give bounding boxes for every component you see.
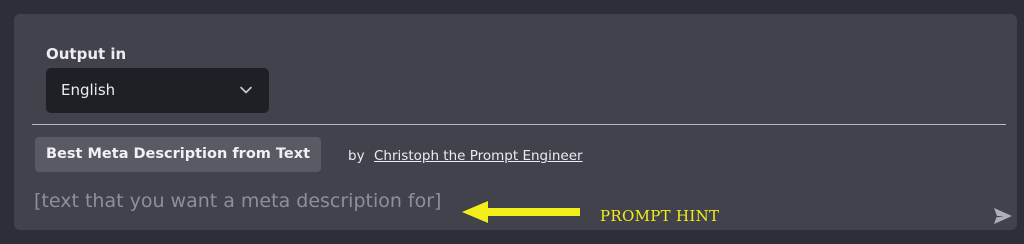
send-icon[interactable] [992,205,1014,227]
author-link[interactable]: Christoph the Prompt Engineer [374,148,583,164]
prompt-panel: Output in English Best Meta Description … [14,14,1017,230]
divider [32,124,1006,125]
chevron-down-icon [240,86,252,94]
author-by-label: by [348,148,365,164]
output-language-value: English [61,81,116,99]
prompt-title-chip[interactable]: Best Meta Description from Text [35,137,322,172]
output-language-label: Output in [46,45,127,63]
prompt-hint-annotation: PROMPT HINT [600,207,720,225]
output-language-select[interactable]: English [46,68,269,113]
arrow-left-icon [462,201,580,223]
